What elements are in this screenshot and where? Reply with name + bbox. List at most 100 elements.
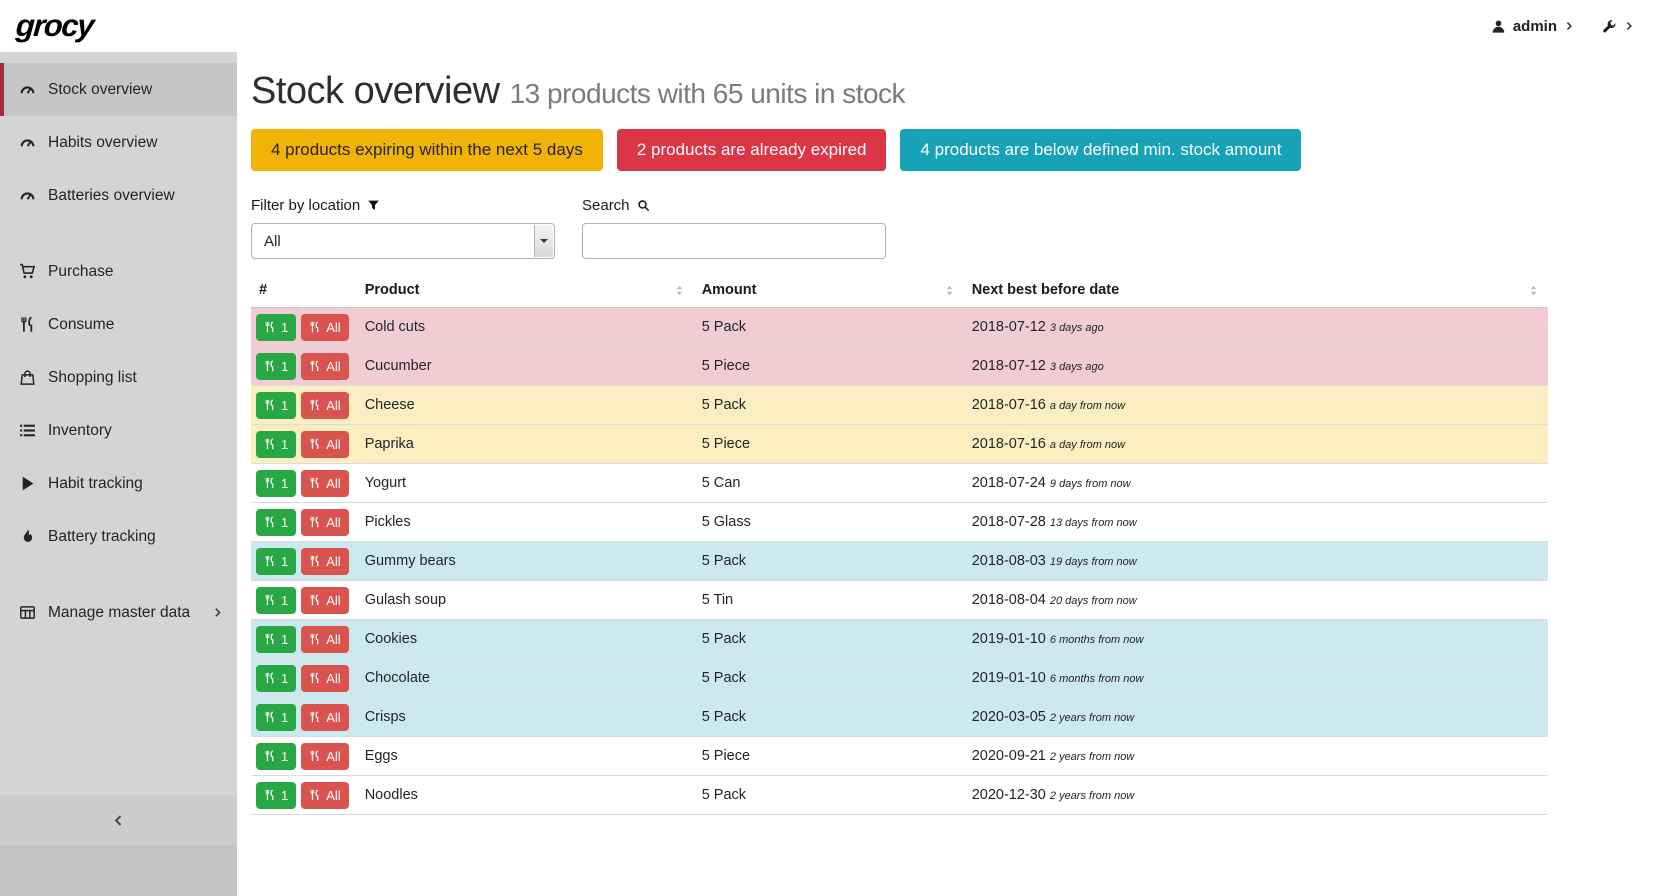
sidebar-collapse-button[interactable] [0, 795, 237, 845]
row-actions-cell: 1All [251, 464, 357, 503]
sidebar-item-label: Stock overview [48, 81, 223, 99]
consume-all-button[interactable]: All [301, 587, 348, 614]
utensils-icon [264, 399, 276, 411]
column-header-product[interactable]: Product [357, 273, 694, 308]
utensils-icon [264, 477, 276, 489]
search-label: Search [582, 197, 886, 214]
sidebar-item-consume[interactable]: Consume [0, 298, 237, 351]
consume-one-button[interactable]: 1 [256, 704, 296, 731]
consume-all-button[interactable]: All [301, 431, 348, 458]
sidebar-item-habit-tracking[interactable]: Habit tracking [0, 457, 237, 510]
alert-already-expired[interactable]: 2 products are already expired [617, 129, 887, 171]
list-icon [18, 422, 36, 439]
utensils-icon [264, 633, 276, 645]
sort-icon[interactable] [943, 284, 956, 297]
utensils-icon [309, 594, 321, 606]
sidebar-item-shopping-list[interactable]: Shopping list [0, 351, 237, 404]
utensils-icon [264, 789, 276, 801]
consume-one-button[interactable]: 1 [256, 587, 296, 614]
consume-all-button[interactable]: All [301, 470, 348, 497]
date-cell: 2020-09-21 2 years from now [964, 737, 1548, 776]
sidebar-item-label: Habits overview [48, 134, 223, 152]
consume-one-button[interactable]: 1 [256, 782, 296, 809]
location-filter-select[interactable]: All [251, 223, 555, 259]
product-cell: Gulash soup [357, 581, 694, 620]
sort-icon[interactable] [1527, 284, 1540, 297]
consume-one-button[interactable]: 1 [256, 743, 296, 770]
date-cell: 2018-07-16 a day from now [964, 425, 1548, 464]
consume-all-button[interactable]: All [301, 392, 348, 419]
flame-icon [18, 528, 36, 545]
consume-all-button[interactable]: All [301, 743, 348, 770]
stock-row: 1AllGummy bears5 Pack2018-08-03 19 days … [251, 542, 1548, 581]
column-header-next-best-before-date[interactable]: Next best before date [964, 273, 1548, 308]
chevron-right-icon [1564, 21, 1574, 31]
consume-all-button[interactable]: All [301, 782, 348, 809]
consume-all-button[interactable]: All [301, 548, 348, 575]
amount-cell: 5 Pack [694, 620, 964, 659]
consume-all-button[interactable]: All [301, 314, 348, 341]
search-input[interactable] [582, 223, 886, 259]
product-cell: Noodles [357, 776, 694, 815]
app-logo: grocy [15, 8, 94, 44]
sidebar-footer [0, 845, 237, 896]
utensils-icon [264, 516, 276, 528]
consume-one-button[interactable]: 1 [256, 470, 296, 497]
utensils-icon [309, 555, 321, 567]
consume-one-button[interactable]: 1 [256, 548, 296, 575]
product-cell: Cucumber [357, 347, 694, 386]
amount-cell: 5 Piece [694, 425, 964, 464]
alert-below-min-stock[interactable]: 4 products are below defined min. stock … [900, 129, 1301, 171]
sidebar-item-manage-master-data[interactable]: Manage master data [0, 586, 237, 639]
product-cell: Crisps [357, 698, 694, 737]
user-menu[interactable]: admin [1491, 18, 1574, 35]
consume-all-button[interactable]: All [301, 665, 348, 692]
utensils-icon [309, 477, 321, 489]
row-actions-cell: 1All [251, 425, 357, 464]
settings-menu[interactable] [1602, 19, 1634, 34]
sidebar-item-batteries-overview[interactable]: Batteries overview [0, 169, 237, 222]
amount-cell: 5 Pack [694, 776, 964, 815]
sidebar-item-inventory[interactable]: Inventory [0, 404, 237, 457]
stock-table: #ProductAmountNext best before date 1All… [251, 273, 1548, 815]
sidebar-divider [0, 563, 237, 586]
consume-all-button[interactable]: All [301, 353, 348, 380]
sidebar-item-battery-tracking[interactable]: Battery tracking [0, 510, 237, 563]
consume-all-button[interactable]: All [301, 509, 348, 536]
date-cell: 2018-08-03 19 days from now [964, 542, 1548, 581]
consume-one-button[interactable]: 1 [256, 353, 296, 380]
consume-one-button[interactable]: 1 [256, 626, 296, 653]
column-header-amount[interactable]: Amount [694, 273, 964, 308]
row-actions-cell: 1All [251, 776, 357, 815]
utensils-icon [309, 360, 321, 372]
product-cell: Cheese [357, 386, 694, 425]
consume-one-button[interactable]: 1 [256, 314, 296, 341]
row-actions-cell: 1All [251, 542, 357, 581]
product-cell: Pickles [357, 503, 694, 542]
consume-one-button[interactable]: 1 [256, 665, 296, 692]
sidebar-item-stock-overview[interactable]: Stock overview [0, 63, 237, 116]
row-actions-cell: 1All [251, 581, 357, 620]
amount-cell: 5 Pack [694, 698, 964, 737]
alert-expiring-soon[interactable]: 4 products expiring within the next 5 da… [251, 129, 603, 171]
header-menus: admin [1491, 18, 1634, 35]
sidebar-item-purchase[interactable]: Purchase [0, 245, 237, 298]
consume-one-button[interactable]: 1 [256, 431, 296, 458]
utensils-icon [309, 516, 321, 528]
consume-all-button[interactable]: All [301, 704, 348, 731]
consume-one-button[interactable]: 1 [256, 392, 296, 419]
page-subtitle: 13 products with 65 units in stock [510, 78, 905, 109]
sort-icon[interactable] [673, 284, 686, 297]
product-cell: Yogurt [357, 464, 694, 503]
status-alerts: 4 products expiring within the next 5 da… [251, 129, 1548, 171]
consume-all-button[interactable]: All [301, 626, 348, 653]
date-cell: 2019-01-10 6 months from now [964, 620, 1548, 659]
stock-row: 1AllChocolate5 Pack2019-01-10 6 months f… [251, 659, 1548, 698]
chevron-right-icon [1624, 21, 1634, 31]
consume-one-button[interactable]: 1 [256, 509, 296, 536]
product-cell: Gummy bears [357, 542, 694, 581]
stock-row: 1AllPickles5 Glass2018-07-28 13 days fro… [251, 503, 1548, 542]
amount-cell: 5 Piece [694, 347, 964, 386]
sidebar-item-habits-overview[interactable]: Habits overview [0, 116, 237, 169]
utensils-icon [264, 594, 276, 606]
